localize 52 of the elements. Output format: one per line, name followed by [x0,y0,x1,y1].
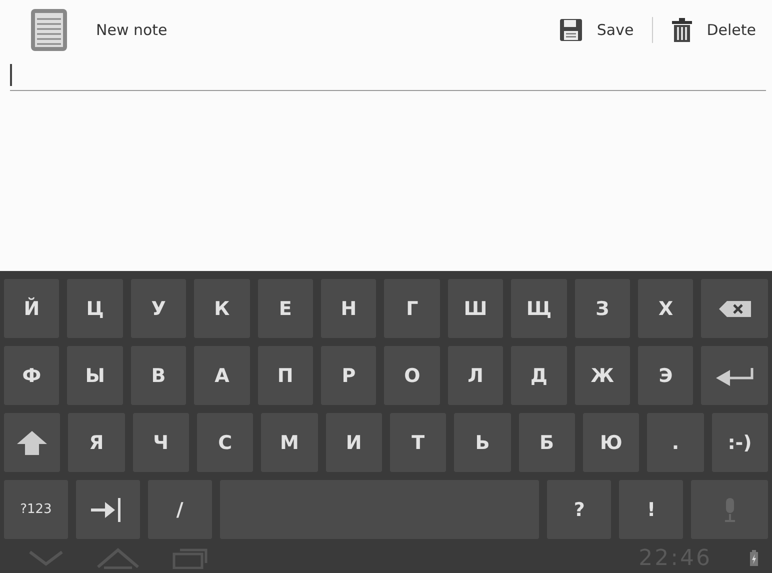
tab-key[interactable] [76,480,140,539]
microphone-key[interactable] [691,480,768,539]
note-field[interactable] [10,64,766,91]
key[interactable]: О [384,346,440,405]
save-button[interactable]: Save [550,14,642,46]
key[interactable]: Я [68,413,125,472]
key[interactable]: В [130,346,186,405]
key[interactable]: К [194,279,250,338]
backspace-icon [718,300,751,316]
key[interactable]: З [574,279,630,338]
delete-button[interactable]: Delete [662,14,764,46]
shift-key[interactable] [4,413,60,472]
key[interactable]: . [647,413,704,472]
key[interactable]: М [261,413,318,472]
key[interactable]: Э [638,346,694,405]
trash-can-icon [670,18,693,42]
key[interactable]: Ц [67,279,123,338]
key[interactable]: Н [321,279,376,338]
key[interactable]: Л [448,346,504,405]
key[interactable]: Ю [582,413,640,472]
key[interactable]: Х [638,279,694,338]
app-title: New note [96,20,168,39]
key[interactable]: П [258,346,314,405]
key[interactable]: :-) [712,413,768,472]
key[interactable]: / [148,480,212,539]
key[interactable]: Ь [454,413,511,472]
enter-arrow-icon [716,366,754,386]
key[interactable]: ! [619,480,684,539]
key[interactable]: И [326,413,382,472]
key[interactable]: Ы [67,346,123,405]
key[interactable]: ? [547,480,612,539]
key[interactable]: Д [511,346,567,405]
key[interactable]: Т [390,413,446,472]
key[interactable]: Е [258,279,314,338]
key[interactable]: Б [518,413,575,472]
key[interactable]: Ж [574,346,630,405]
backspace-key[interactable] [701,279,768,338]
key[interactable]: Р [321,346,376,405]
key[interactable]: У [130,279,186,338]
key[interactable]: Ф [4,346,60,405]
key[interactable]: Г [384,279,440,338]
shift-arrow-icon [17,430,48,454]
symbols-key[interactable]: ?123 [4,480,68,539]
key[interactable]: С [196,413,254,472]
key[interactable]: Ч [132,413,189,472]
microphone-icon [724,498,736,522]
enter-key[interactable] [701,346,768,405]
key[interactable]: Ш [448,279,504,338]
key[interactable]: А [194,346,250,405]
notepad-icon [30,8,68,52]
key[interactable]: Й [4,279,60,338]
key[interactable]: Щ [511,279,567,338]
